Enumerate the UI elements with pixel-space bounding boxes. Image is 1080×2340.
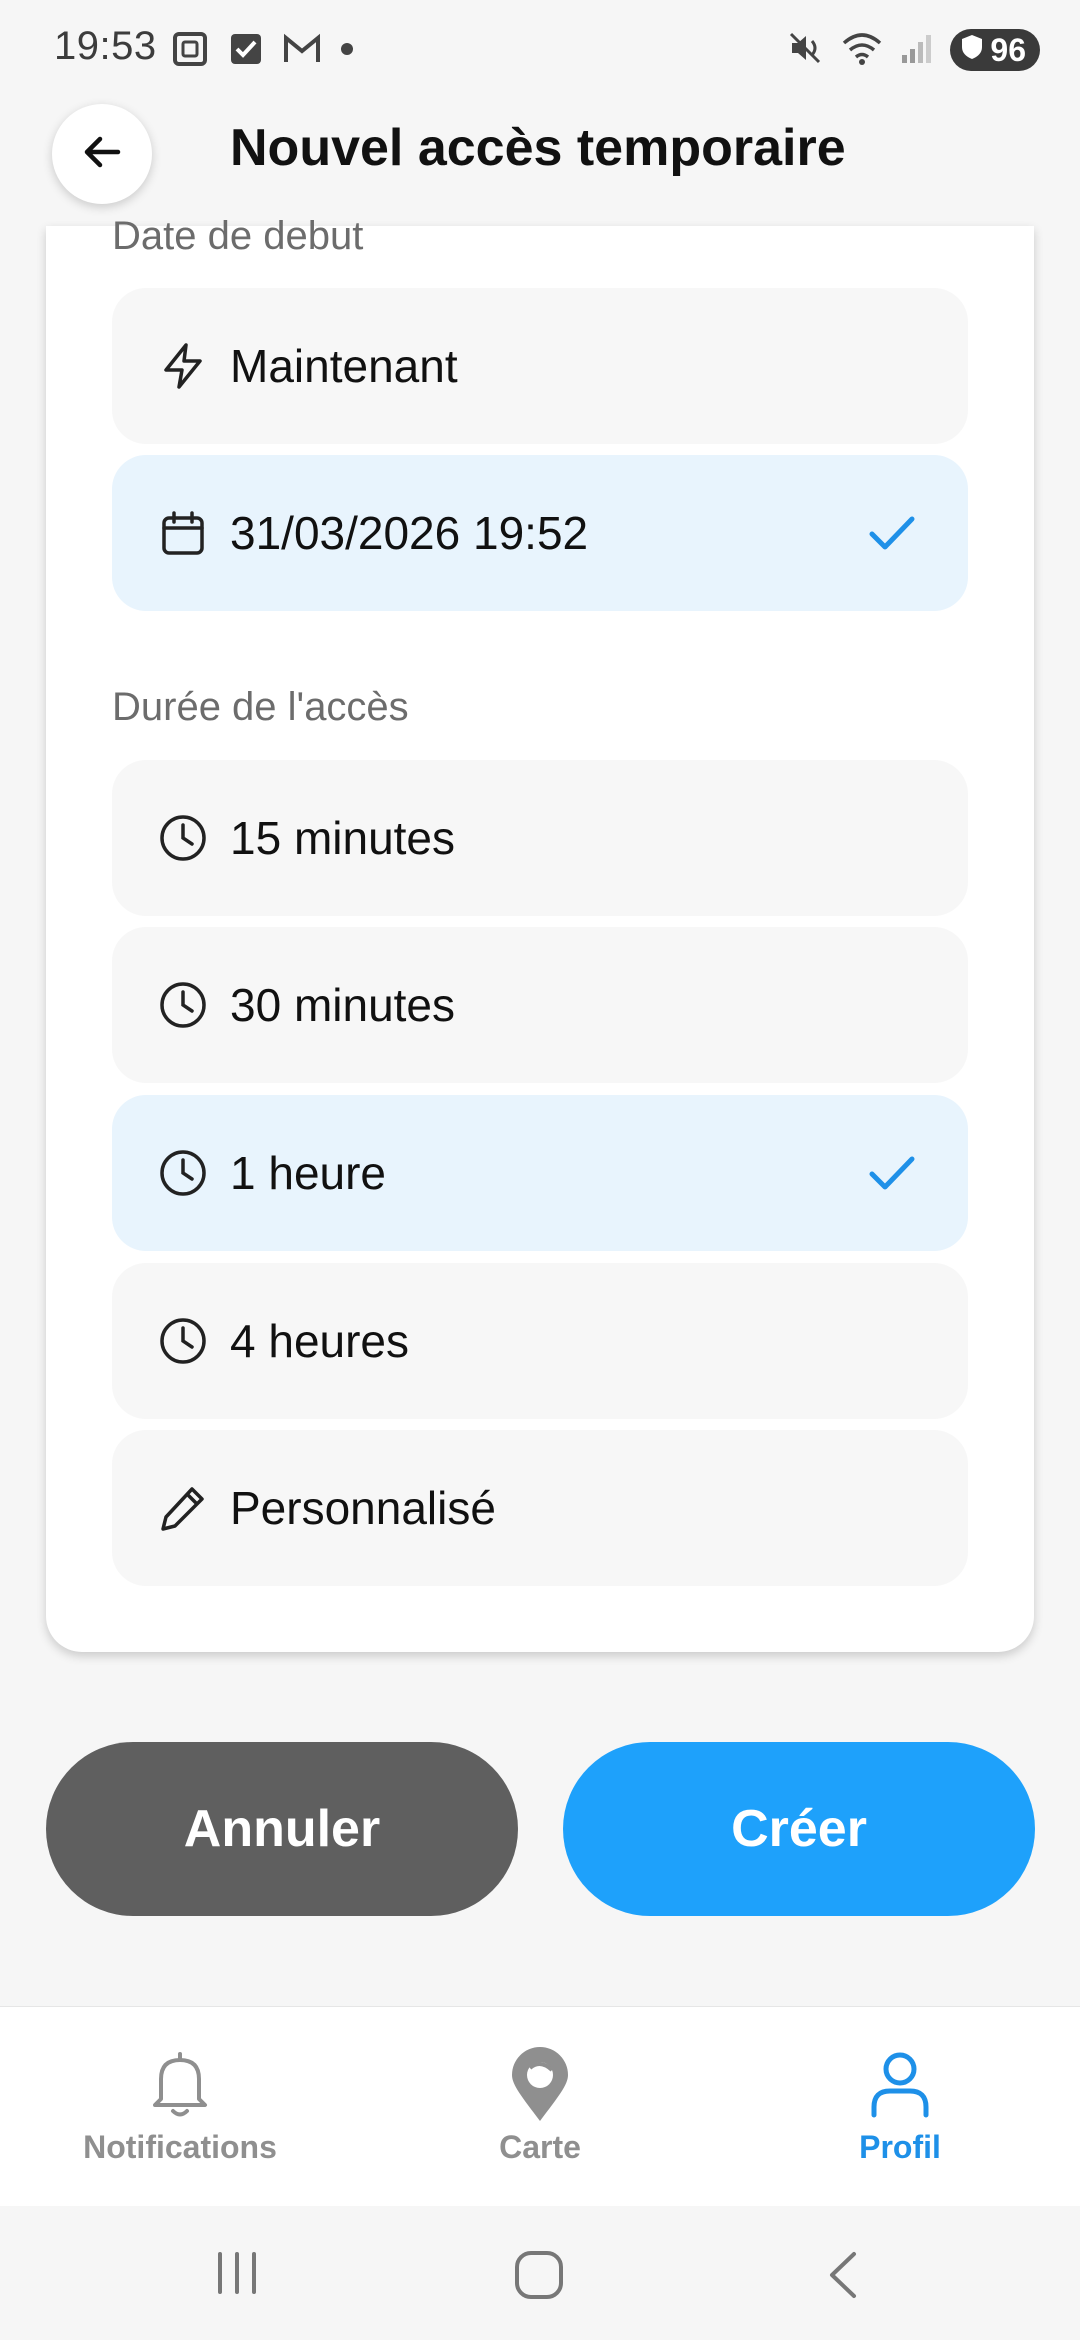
signal-icon [900, 31, 934, 70]
option-label: 31/03/2026 19:52 [230, 507, 589, 559]
check-icon [864, 505, 920, 561]
nav-item-profil[interactable]: Profil [780, 2007, 1020, 2207]
nav-label: Carte [499, 2129, 581, 2165]
option-label: 30 minutes [230, 979, 456, 1031]
clock-icon [156, 978, 210, 1032]
back-button[interactable] [52, 104, 152, 204]
option-duration-1h[interactable]: 1 heure [112, 1095, 968, 1251]
pencil-icon [156, 1481, 210, 1535]
status-bar: 19:53 96 [0, 0, 1080, 100]
option-start-datetime[interactable]: 31/03/2026 19:52 [112, 455, 968, 611]
check-icon [864, 1145, 920, 1201]
option-label: 1 heure [230, 1147, 387, 1199]
option-label: 15 minutes [230, 812, 456, 864]
battery-shield-icon [960, 32, 984, 69]
gmail-icon [282, 32, 322, 71]
nav-item-carte[interactable]: Carte [420, 2007, 660, 2207]
option-label: Maintenant [230, 340, 458, 392]
checkbox-icon [228, 31, 264, 72]
option-label: Personnalisé [230, 1482, 496, 1534]
nav-item-notifications[interactable]: Notifications [60, 2007, 300, 2207]
clock-icon [156, 811, 210, 865]
page-title: Nouvel accès temporaire [230, 119, 846, 177]
start-date-label: Date de debut [112, 214, 364, 258]
option-duration-30[interactable]: 30 minutes [112, 927, 968, 1083]
status-left-icons [170, 30, 354, 72]
duration-label: Durée de l'accès [112, 685, 409, 729]
clock-icon [156, 1314, 210, 1368]
nav-label: Notifications [83, 2129, 277, 2165]
battery-indicator: 96 [950, 29, 1040, 71]
cancel-button[interactable]: Annuler [46, 1742, 518, 1916]
battery-level: 96 [990, 31, 1026, 68]
calendar-icon [156, 506, 210, 560]
mute-icon [786, 29, 824, 72]
option-duration-4h[interactable]: 4 heures [112, 1263, 968, 1419]
option-start-now[interactable]: Maintenant [112, 288, 968, 444]
arrow-left-icon [80, 130, 124, 179]
recent-apps-icon[interactable] [212, 2248, 262, 2303]
user-icon [862, 2047, 938, 2123]
status-right-icons: 96 [786, 28, 1040, 72]
status-time: 19:53 [54, 24, 157, 68]
create-button[interactable]: Créer [563, 1742, 1035, 1916]
wifi-icon [840, 29, 884, 72]
option-duration-custom[interactable]: Personnalisé [112, 1430, 968, 1586]
screenshot-icon [170, 29, 210, 74]
home-icon[interactable] [512, 2248, 566, 2307]
option-label: 4 heures [230, 1315, 410, 1367]
dot-icon [340, 42, 354, 61]
bolt-icon [156, 339, 210, 393]
system-back-icon[interactable] [820, 2248, 870, 2307]
bottom-nav: Notifications Carte Profil [0, 2006, 1080, 2207]
option-duration-15[interactable]: 15 minutes [112, 760, 968, 916]
bell-icon [142, 2047, 218, 2123]
system-nav-bar [0, 2206, 1080, 2340]
nav-label: Profil [859, 2129, 941, 2165]
clock-icon [156, 1146, 210, 1200]
map-pin-icon [502, 2047, 578, 2123]
